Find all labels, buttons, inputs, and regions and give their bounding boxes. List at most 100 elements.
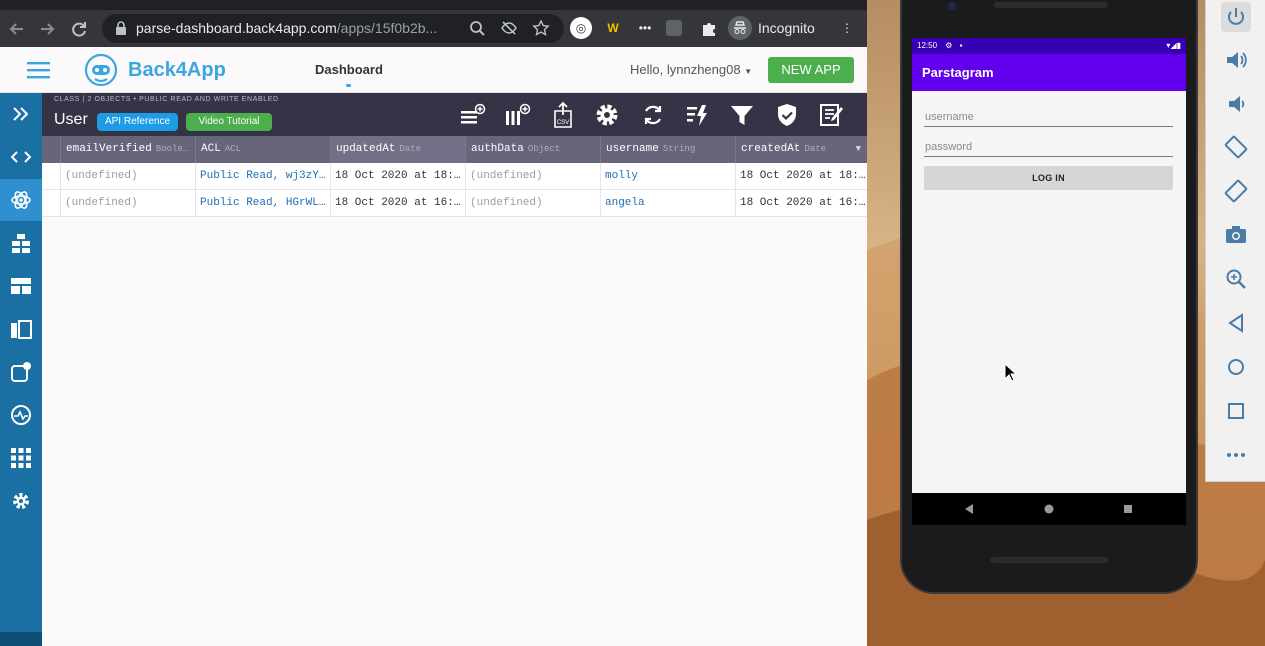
edit-icon[interactable] — [818, 101, 846, 129]
column-header-updatedAt[interactable]: updatedAt Date — [331, 136, 466, 163]
reload-icon[interactable] — [68, 18, 90, 40]
database-icon — [10, 232, 32, 254]
sidebar-item-push[interactable] — [0, 351, 42, 393]
column-header-emailVerified[interactable]: emailVerified Boole… — [61, 136, 196, 163]
sidebar-item-layers[interactable] — [0, 308, 42, 350]
column-name: authData — [471, 143, 524, 155]
table-cell[interactable]: 18 Oct 2020 at 16:… — [331, 190, 466, 217]
table-cell[interactable]: (undefined) — [466, 163, 601, 190]
table-header: emailVerified Boole… ACL ACL updatedAt Date… — [42, 136, 867, 163]
table-cell[interactable]: Public Read, wj3zY… — [196, 163, 331, 190]
android-recents-icon[interactable] — [1122, 503, 1134, 515]
sidebar-item-expand[interactable] — [0, 93, 42, 135]
forward-icon[interactable] — [36, 18, 58, 40]
column-type: Object — [527, 144, 561, 154]
sort-desc-icon[interactable]: ▼ — [856, 136, 861, 163]
kebab-menu-icon[interactable]: ⋮ — [836, 17, 858, 39]
row-select-header[interactable] — [42, 136, 61, 163]
gear-icon[interactable] — [593, 101, 621, 129]
apps-grid-icon — [10, 447, 32, 469]
layers-icon — [10, 319, 32, 339]
security-shield-icon[interactable] — [773, 101, 801, 129]
brand-name[interactable]: Back4App — [128, 59, 226, 82]
back4app-logo-icon[interactable] — [83, 53, 119, 87]
table-cell[interactable]: 18 Oct 2020 at 18:… — [736, 163, 867, 190]
more-options-icon[interactable] — [1223, 442, 1249, 468]
password-field[interactable]: password — [924, 137, 1173, 157]
extension-w-icon[interactable]: W — [602, 17, 624, 39]
lock-icon[interactable] — [112, 19, 130, 37]
username-field[interactable]: username — [924, 107, 1173, 127]
camera-icon[interactable] — [1223, 222, 1249, 248]
column-header-createdAt[interactable]: createdAt Date ▼ — [736, 136, 867, 163]
zoom-icon[interactable] — [1223, 266, 1249, 292]
row-select-cell[interactable] — [42, 190, 61, 217]
video-tutorial-button[interactable]: Video Tutorial — [186, 113, 272, 131]
volume-down-icon[interactable] — [1223, 91, 1249, 117]
row-select-cell[interactable] — [42, 163, 61, 190]
sidebar-item-marketplace[interactable] — [0, 437, 42, 479]
extension-dots-icon[interactable]: ••• — [634, 17, 656, 39]
incognito-indicator[interactable]: Incognito — [728, 15, 815, 41]
back-triangle-icon[interactable] — [1223, 310, 1249, 336]
table-cell[interactable]: 18 Oct 2020 at 18:… — [331, 163, 466, 190]
url-text[interactable]: parse-dashboard.back4app.com/apps/15f0b2… — [136, 20, 437, 36]
overview-square-icon[interactable] — [1223, 398, 1249, 424]
sidebar-item-settings[interactable] — [0, 480, 42, 522]
power-icon[interactable] — [1221, 2, 1251, 32]
settings-icon — [10, 490, 32, 512]
sidebar-item-database[interactable] — [0, 222, 42, 264]
table-cell[interactable]: 18 Oct 2020 at 16:… — [736, 190, 867, 217]
table-cell[interactable]: (undefined) — [466, 190, 601, 217]
incognito-icon — [728, 16, 752, 40]
refresh-icon[interactable] — [639, 101, 667, 129]
status-time: 12:50 — [917, 41, 938, 50]
table-row[interactable]: (undefined) Public Read, wj3zY… 18 Oct 2… — [42, 163, 867, 190]
table-row[interactable]: (undefined) Public Read, HGrWL… 18 Oct 2… — [42, 190, 867, 217]
sidebar-item-analytics[interactable] — [0, 394, 42, 436]
activity-icon — [10, 404, 32, 426]
sidebar-item-layout[interactable] — [0, 265, 42, 307]
rotate-left-icon[interactable] — [1223, 134, 1249, 160]
android-back-icon[interactable] — [963, 503, 975, 515]
puzzle-icon[interactable] — [698, 17, 720, 39]
star-icon[interactable] — [532, 19, 550, 37]
extension-grey-icon[interactable] — [666, 20, 682, 36]
add-row-icon[interactable] — [458, 101, 486, 129]
front-camera-icon — [948, 2, 956, 10]
hamburger-menu-icon[interactable] — [27, 62, 50, 79]
push-icon — [10, 361, 32, 383]
column-header-username[interactable]: username String — [601, 136, 736, 163]
table-cell[interactable]: molly — [601, 163, 736, 190]
api-reference-button[interactable]: API Reference — [97, 113, 178, 131]
login-button[interactable]: LOG IN — [924, 166, 1173, 190]
column-type: Boole… — [155, 144, 189, 154]
home-circle-icon[interactable] — [1223, 354, 1249, 380]
username-placeholder: username — [925, 111, 974, 123]
trigger-icon[interactable] — [684, 101, 712, 129]
add-column-icon[interactable] — [503, 101, 531, 129]
new-app-button[interactable]: NEW APP — [768, 57, 854, 83]
export-csv-icon[interactable]: CSV — [549, 101, 577, 129]
column-header-ACL[interactable]: ACL ACL — [196, 136, 331, 163]
extension-circle-icon[interactable]: ◎ — [570, 17, 592, 39]
back-icon[interactable] — [6, 18, 28, 40]
eye-off-icon[interactable] — [500, 19, 518, 37]
rotate-right-icon[interactable] — [1223, 178, 1249, 204]
column-header-authData[interactable]: authData Object — [466, 136, 601, 163]
table-cell[interactable]: angela — [601, 190, 736, 217]
password-placeholder: password — [925, 141, 973, 153]
table-cell[interactable]: Public Read, HGrWL… — [196, 190, 331, 217]
sidebar-item-code[interactable] — [0, 136, 42, 178]
filter-icon[interactable] — [728, 101, 756, 129]
table-cell[interactable]: (undefined) — [61, 190, 196, 217]
volume-up-icon[interactable] — [1223, 47, 1249, 73]
tab-dashboard[interactable]: Dashboard — [315, 62, 383, 77]
android-home-icon[interactable] — [1043, 503, 1055, 515]
address-bar[interactable]: parse-dashboard.back4app.com/apps/15f0b2… — [102, 14, 564, 43]
table-cell[interactable]: (undefined) — [61, 163, 196, 190]
class-name: User — [54, 111, 88, 128]
sidebar-item-core[interactable] — [0, 179, 42, 221]
user-menu[interactable]: Hello, lynnzheng08 ▼ — [630, 62, 752, 77]
search-icon[interactable] — [468, 19, 486, 37]
